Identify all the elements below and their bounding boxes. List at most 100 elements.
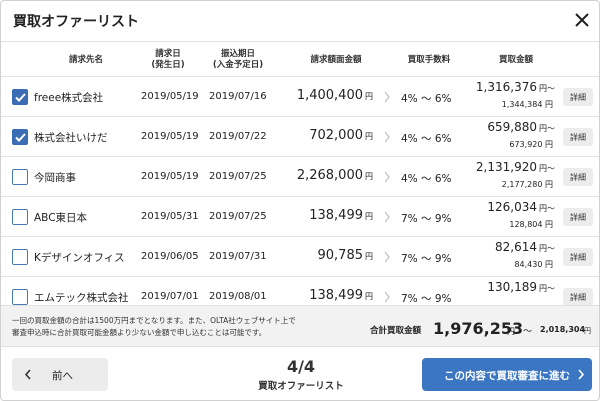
offer-max-amount: 84,430 円 <box>514 260 553 269</box>
row-checkbox[interactable] <box>12 289 28 305</box>
modal-footer: 前へ 4/4 買取オファーリスト この内容で買取審査に進む <box>1 347 599 400</box>
total-unit: 円 <box>507 327 515 336</box>
currency-unit: 円 <box>365 92 373 101</box>
total-label: 合計買取金額 <box>370 326 422 336</box>
proceed-button[interactable]: この内容で買取審査に進む <box>422 358 592 391</box>
table-row: ABC東日本 2019/05/31 2019/07/25 138,499 円 7% 〜 9… <box>1 197 599 237</box>
offer-unit: 円〜 <box>539 124 555 133</box>
fee-range: 7% 〜 9% <box>401 293 452 305</box>
invoice-amount: 1,400,400 円 <box>296 88 373 103</box>
invoice-amount: 2,268,000 円 <box>296 168 373 183</box>
chevron-right-icon <box>384 291 390 303</box>
due-date: 2019/08/01 <box>209 291 267 302</box>
modal-header: 買取オファーリスト <box>1 1 599 41</box>
invoice-date: 2019/07/01 <box>141 291 199 302</box>
column-header-due-date: 振込期日 (入金予定日) <box>212 49 264 70</box>
modal-title: 買取オファーリスト <box>13 14 139 30</box>
total-range-tilde: 〜 <box>523 327 533 337</box>
invoice-to-name: Kデザインオフィス <box>34 252 125 264</box>
column-header-invoice-to: 請求先名 <box>68 54 103 65</box>
offer-amount: 126,034 円〜 <box>487 200 555 214</box>
invoice-to-name: エムテック株式会社 <box>34 292 129 304</box>
offer-amount: 82,614 円〜 <box>495 240 555 254</box>
table-row: freee株式会社 2019/05/19 2019/07/16 1,400,400 円 4… <box>1 77 599 117</box>
invoice-to-name: 株式会社いけだ <box>34 132 108 144</box>
fee-range: 4% 〜 6% <box>401 173 452 185</box>
proceed-button-label: この内容で買取審査に進む <box>444 370 570 382</box>
offer-table-body[interactable]: freee株式会社 2019/05/19 2019/07/16 1,400,400 円 4… <box>1 77 599 305</box>
close-button[interactable] <box>569 7 595 33</box>
step-label: 買取オファーリスト <box>258 381 344 392</box>
offer-list-modal: 買取オファーリスト 請求先名 請求日 (発生日) 振込期日 (入金予定日) 請求額面… <box>0 0 600 401</box>
offer-unit: 円〜 <box>539 244 555 253</box>
fee-range: 7% 〜 9% <box>401 253 452 265</box>
row-checkbox[interactable] <box>12 249 28 265</box>
detail-button[interactable]: 詳細 <box>563 288 593 305</box>
offer-max-amount: 2,177,280 円 <box>501 180 553 189</box>
due-date: 2019/07/16 <box>209 91 267 102</box>
due-date: 2019/07/22 <box>209 131 267 142</box>
invoice-amount: 90,785 円 <box>317 248 374 263</box>
page-indicator: 4/4 <box>286 357 316 376</box>
row-checkbox[interactable] <box>12 209 28 225</box>
check-icon <box>14 132 26 142</box>
offer-max-amount: 673,920 円 <box>509 140 553 149</box>
invoice-date: 2019/05/19 <box>141 171 199 182</box>
chevron-right-icon <box>384 211 390 223</box>
detail-button[interactable]: 詳細 <box>563 248 593 266</box>
offer-amount: 1,316,376 円〜 <box>475 80 555 94</box>
fee-range: 7% 〜 9% <box>401 213 452 225</box>
total-max-unit: 円 <box>584 327 591 335</box>
due-date: 2019/07/31 <box>209 251 267 262</box>
offer-amount: 659,880 円〜 <box>487 120 555 134</box>
currency-unit: 円 <box>365 132 373 141</box>
offer-amount: 2,131,920 円〜 <box>475 160 555 174</box>
table-row: Kデザインオフィス 2019/06/05 2019/07/31 90,785 円 7% 〜… <box>1 237 599 277</box>
column-header-amount: 請求額面金額 <box>310 54 362 65</box>
total-max-value: 2,018,304 <box>540 325 586 334</box>
column-header-fee: 買取手数料 <box>407 54 451 65</box>
detail-button[interactable]: 詳細 <box>563 168 593 186</box>
row-checkbox[interactable] <box>12 169 28 185</box>
chevron-left-icon <box>24 369 31 380</box>
invoice-date: 2019/06/05 <box>141 251 199 262</box>
row-checkbox[interactable] <box>12 89 28 105</box>
offer-unit: 円〜 <box>539 84 555 93</box>
invoice-date: 2019/05/31 <box>141 211 199 222</box>
chevron-right-icon <box>384 91 390 103</box>
invoice-amount: 702,000 円 <box>309 128 373 143</box>
detail-button[interactable]: 詳細 <box>563 88 593 106</box>
offer-unit: 円〜 <box>539 164 555 173</box>
offer-max-amount: 128,804 円 <box>509 220 553 229</box>
detail-button[interactable]: 詳細 <box>563 208 593 226</box>
chevron-right-icon <box>384 131 390 143</box>
table-header: 請求先名 請求日 (発生日) 振込期日 (入金予定日) 請求額面金額 買取手数料 買… <box>1 41 599 77</box>
fee-range: 4% 〜 6% <box>401 133 452 145</box>
column-header-invoice-date: 請求日 (発生日) <box>151 49 185 70</box>
invoice-to-name: freee株式会社 <box>34 92 104 104</box>
chevron-right-icon <box>384 251 390 263</box>
close-icon <box>575 13 589 27</box>
invoice-to-name: ABC東日本 <box>34 212 88 224</box>
invoice-amount: 138,499 円 <box>309 288 373 303</box>
invoice-date: 2019/05/19 <box>141 131 199 142</box>
prev-button[interactable]: 前へ <box>12 358 108 391</box>
offer-unit: 円〜 <box>539 284 555 293</box>
table-row: 今岡商事 2019/05/19 2019/07/25 2,268,000 円 4% 〜 6… <box>1 157 599 197</box>
check-icon <box>14 92 26 102</box>
fee-range: 4% 〜 6% <box>401 93 452 105</box>
table-row: 株式会社いけだ 2019/05/19 2019/07/22 702,000 円 4% 〜 … <box>1 117 599 157</box>
pager: 4/4 買取オファーリスト <box>241 357 361 392</box>
notice-text: 一回の買取金額の合計は1500万円までとなります。また、OLTA社ウェブサイト上… <box>12 316 296 337</box>
column-header-offer: 買取金額 <box>498 54 533 65</box>
table-row: エムテック株式会社 2019/07/01 2019/08/01 138,499 円 7% … <box>1 277 599 305</box>
offer-unit: 円〜 <box>539 204 555 213</box>
currency-unit: 円 <box>365 292 373 301</box>
offer-max-amount: 1,344,384 円 <box>501 100 553 109</box>
currency-unit: 円 <box>365 252 373 261</box>
row-checkbox[interactable] <box>12 129 28 145</box>
prev-button-label: 前へ <box>52 370 73 382</box>
detail-button[interactable]: 詳細 <box>563 128 593 146</box>
offer-amount: 130,189 円〜 <box>487 280 555 294</box>
chevron-right-icon <box>578 369 585 380</box>
